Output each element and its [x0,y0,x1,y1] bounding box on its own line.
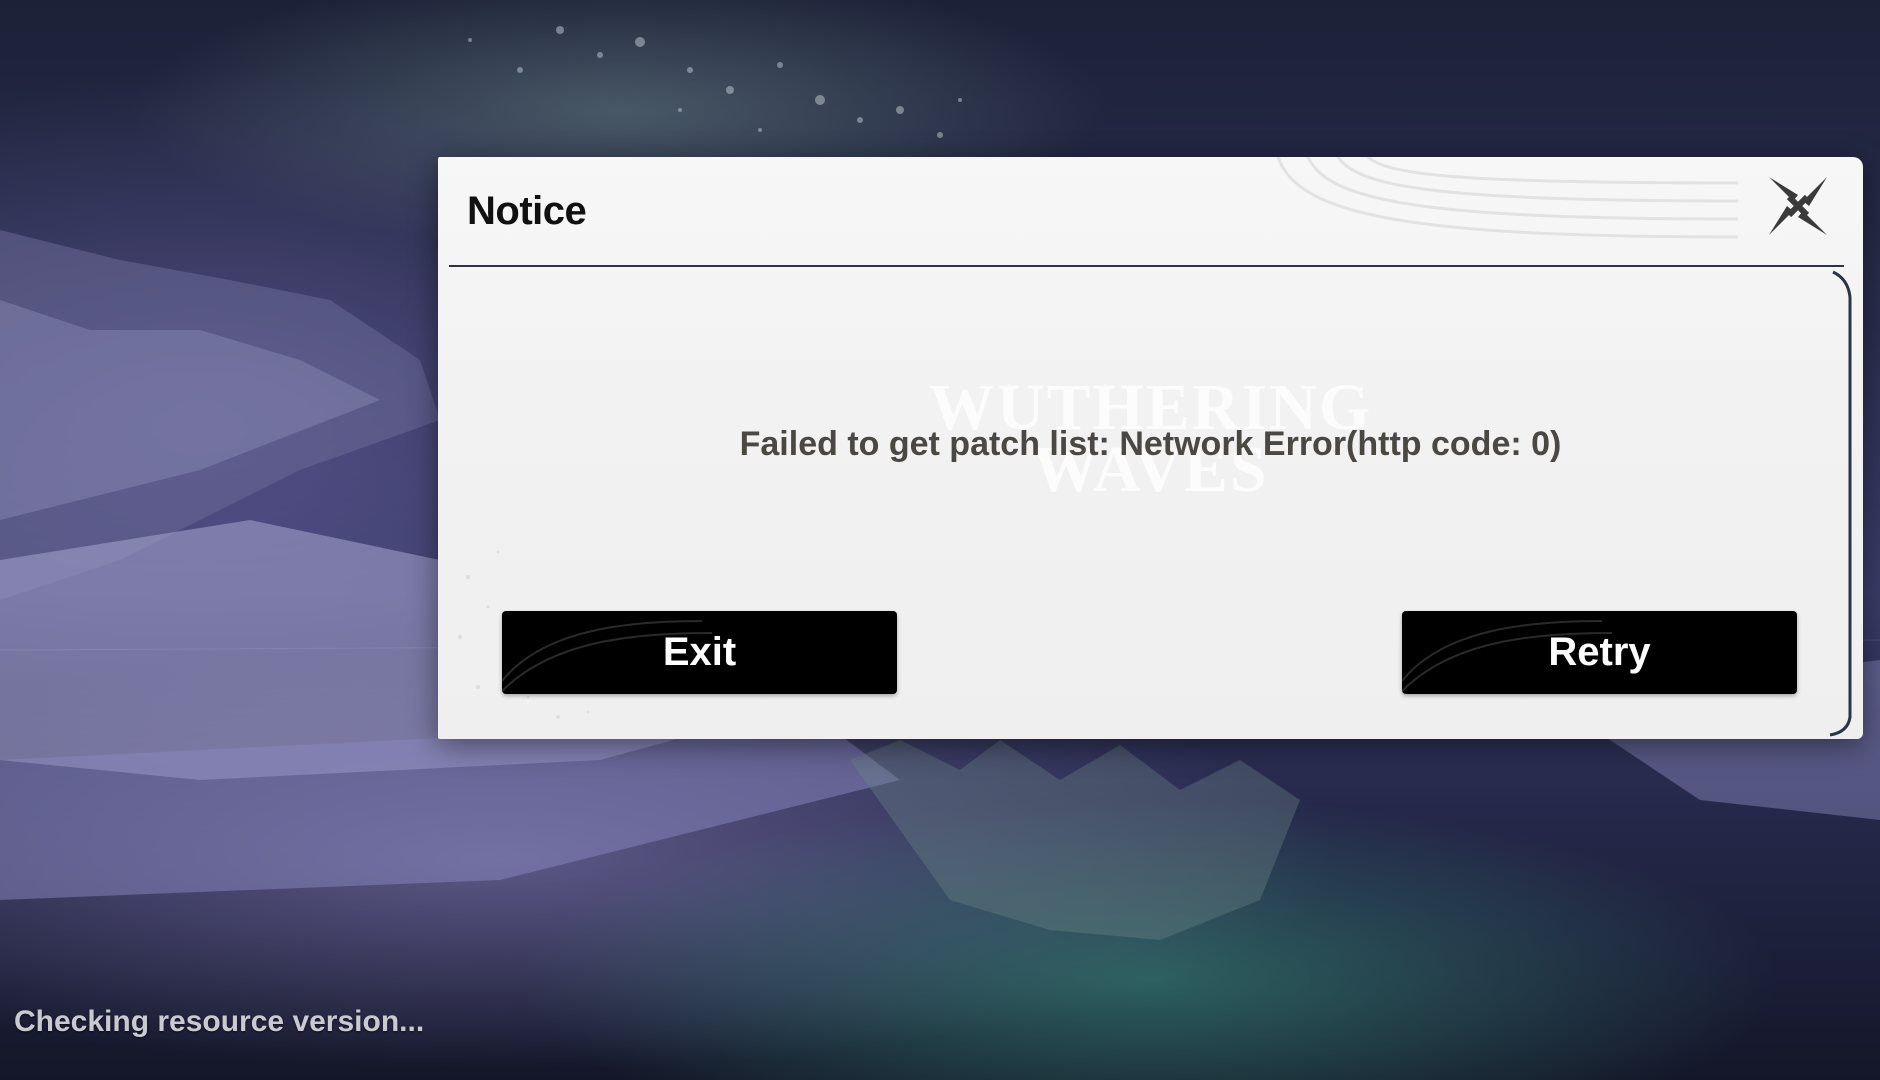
dialog-header: Notice [438,157,1863,267]
dialog-title: Notice [467,189,587,233]
exit-button-label: Exit [662,630,737,674]
loading-status-text: Checking resource version... [14,1005,425,1038]
game-screen: Notice WUTHERING WAVES Failed to get pat… [0,0,1880,1080]
retry-button[interactable]: Retry [1402,611,1797,694]
close-x-icon [1769,177,1827,235]
error-message: Failed to get patch list: Network Error(… [739,425,1562,463]
exit-button[interactable]: Exit [502,611,897,694]
retry-button-label: Retry [1548,630,1651,674]
close-button[interactable] [1763,171,1833,241]
header-divider [449,265,1844,267]
notice-dialog: Notice WUTHERING WAVES Failed to get pat… [438,157,1863,739]
